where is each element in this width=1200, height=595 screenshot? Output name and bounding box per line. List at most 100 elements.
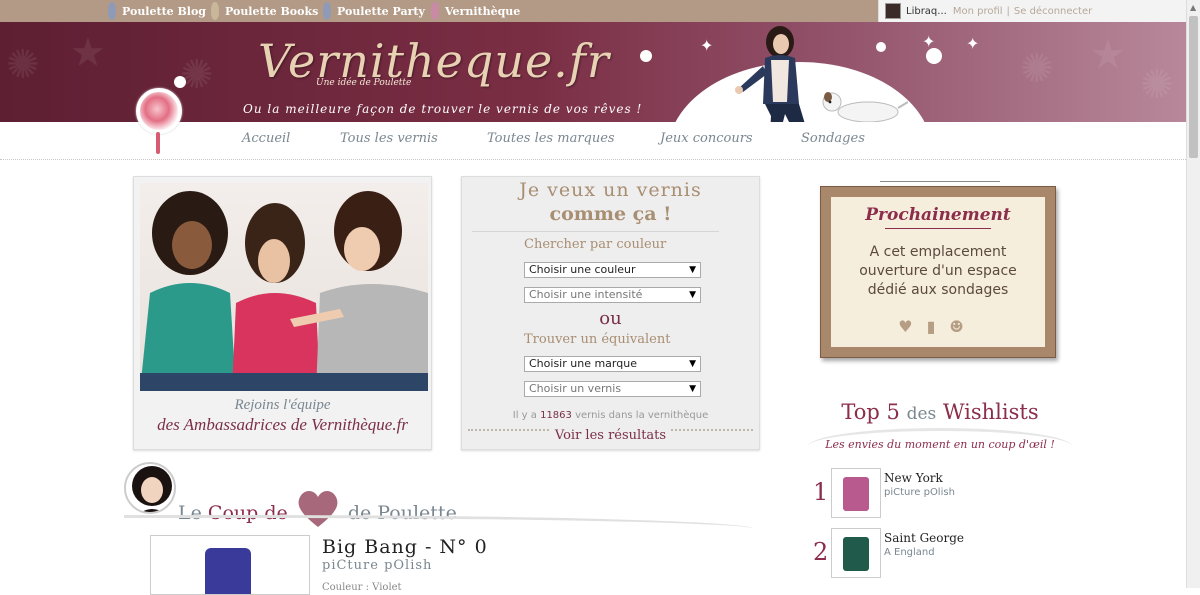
user-avatar[interactable] bbox=[885, 3, 901, 19]
nav-item-jeux-concours[interactable]: Jeux concours bbox=[660, 131, 753, 146]
color-search-label: Chercher par couleur bbox=[524, 237, 667, 252]
dropdown-arrow-icon: ▼ bbox=[689, 384, 696, 394]
coming-soon-title: Prochainement bbox=[865, 205, 1011, 225]
blog-dot-icon bbox=[108, 2, 116, 20]
polish-brand[interactable]: A England bbox=[884, 547, 935, 558]
top5-title-wish: Wishlists bbox=[942, 400, 1039, 424]
polish-brand[interactable]: piCture pOlish bbox=[884, 487, 955, 498]
decorative-curve bbox=[124, 515, 754, 529]
star-pattern-icon: ★ bbox=[1090, 32, 1126, 78]
network-link-label: Poulette Books bbox=[225, 4, 319, 18]
product-image[interactable] bbox=[150, 535, 310, 595]
ambassador-line1: Rejoins l'équipe bbox=[234, 397, 331, 413]
brand-select-value: Choisir une marque bbox=[529, 357, 637, 370]
equivalent-label: Trouver un équivalent bbox=[524, 332, 671, 347]
network-link-vernitheque[interactable]: Vernithèque bbox=[431, 0, 520, 22]
polish-select[interactable]: Choisir un vernis ▼ bbox=[524, 381, 701, 397]
coming-soon-frame: Prochainement A cet emplacement ouvertur… bbox=[820, 186, 1056, 358]
scrollbar-thumb[interactable] bbox=[1189, 16, 1198, 158]
bubble-shape bbox=[926, 48, 942, 64]
star-pattern-icon: ✺ bbox=[180, 52, 214, 98]
star-pattern-icon: ✺ bbox=[6, 42, 40, 88]
people-icon: ☻ bbox=[949, 317, 978, 336]
network-link-party[interactable]: Poulette Party bbox=[323, 0, 425, 22]
polish-name[interactable]: New York bbox=[884, 471, 943, 485]
polish-bottle-icon bbox=[843, 477, 869, 511]
star-pattern-icon: ✺ bbox=[1140, 62, 1174, 108]
title-underline bbox=[885, 228, 991, 229]
nav-item-accueil[interactable]: Accueil bbox=[242, 131, 290, 146]
coming-soon-line1: A cet emplacement bbox=[869, 244, 1007, 260]
network-link-label: Poulette Party bbox=[337, 4, 425, 18]
dropdown-arrow-icon: ▼ bbox=[689, 265, 696, 275]
ambassador-line2: des Ambassadrices de Vernithèque.fr bbox=[157, 415, 408, 434]
bottles-icon: ▮ bbox=[926, 317, 950, 336]
divider bbox=[472, 231, 719, 232]
nav-item-toutes-les-marques[interactable]: Toutes les marques bbox=[487, 131, 615, 146]
intensity-select-value: Choisir une intensité bbox=[529, 288, 643, 301]
list-item[interactable]: 1 New York piCture pOlish bbox=[808, 468, 1072, 518]
frame-canvas: Prochainement A cet emplacement ouvertur… bbox=[831, 197, 1045, 347]
top5-title-des: des bbox=[906, 404, 937, 424]
nav-item-sondages[interactable]: Sondages bbox=[801, 131, 865, 146]
bubble-shape bbox=[640, 50, 652, 62]
or-label: ou bbox=[599, 308, 622, 329]
product-title[interactable]: Big Bang - N° 0 bbox=[322, 536, 488, 558]
search-title-1: Je veux un vernis bbox=[519, 179, 702, 201]
network-link-label: Vernithèque bbox=[445, 4, 521, 18]
polish-bottle-icon bbox=[843, 537, 869, 571]
polish-name[interactable]: Saint George bbox=[884, 531, 964, 545]
main-nav: Accueil Tous les vernis Toutes les marqu… bbox=[0, 122, 1186, 160]
see-results-button[interactable]: Voir les résultats bbox=[550, 428, 671, 443]
user-box: Libraq... Mon profil | Se déconnecter bbox=[878, 0, 1186, 22]
party-dot-icon bbox=[323, 2, 331, 20]
star-pattern-icon: ★ bbox=[70, 30, 106, 76]
brand-select[interactable]: Choisir une marque ▼ bbox=[524, 356, 701, 372]
profile-link[interactable]: Mon profil bbox=[953, 6, 1003, 17]
count-value: 11863 bbox=[540, 410, 572, 421]
count-prefix: Il y a bbox=[512, 410, 537, 421]
dropdown-arrow-icon: ▼ bbox=[689, 359, 696, 369]
star-pattern-icon: ✺ bbox=[1020, 46, 1054, 92]
polish-count: Il y a 11863 vernis dans la vernithèque bbox=[462, 410, 759, 421]
top5-title-num: 5 bbox=[886, 400, 900, 424]
vernitheque-dot-icon bbox=[431, 2, 439, 20]
logout-link[interactable]: Se déconnecter bbox=[1014, 6, 1092, 17]
color-select[interactable]: Choisir une couleur ▼ bbox=[524, 262, 701, 278]
bubble-shape bbox=[876, 42, 886, 52]
product-brand[interactable]: piCture pOlish bbox=[322, 558, 432, 573]
network-link-blog[interactable]: Poulette Blog bbox=[108, 0, 206, 22]
ambassador-photo bbox=[140, 183, 428, 391]
logo-subtitle: Une idée de Poulette bbox=[316, 78, 412, 88]
network-link-books[interactable]: Poulette Books bbox=[211, 0, 318, 22]
poulette-avatar bbox=[124, 462, 176, 514]
link-separator: | bbox=[1006, 5, 1010, 17]
search-box: Je veux un vernis comme ça ! Chercher pa… bbox=[461, 176, 760, 450]
polish-select-value: Choisir un vernis bbox=[529, 382, 622, 395]
heart-icon: ♥ bbox=[898, 317, 927, 336]
polish-thumbnail[interactable] bbox=[831, 468, 881, 518]
nail-polish-drop-icon bbox=[136, 88, 182, 134]
polish-drip-icon bbox=[156, 132, 160, 154]
list-item[interactable]: 2 Saint George A England bbox=[808, 528, 1072, 578]
top5-title-top: Top bbox=[841, 400, 880, 424]
wishlist-rank: 2 bbox=[813, 538, 829, 566]
search-title-2: comme ça ! bbox=[549, 203, 672, 225]
scrollbar[interactable]: ▲ bbox=[1186, 0, 1200, 588]
ambassador-box[interactable]: Rejoins l'équipe des Ambassadrices de Ve… bbox=[133, 176, 432, 450]
intensity-select[interactable]: Choisir une intensité ▼ bbox=[524, 287, 701, 303]
site-logo[interactable]: Vernitheque.fr bbox=[258, 34, 610, 88]
count-suffix: vernis dans la vernithèque bbox=[575, 410, 709, 421]
user-name[interactable]: Libraq... bbox=[906, 6, 947, 17]
nav-item-tous-les-vernis[interactable]: Tous les vernis bbox=[340, 131, 438, 146]
coming-soon-line2: ouverture d'un espace bbox=[859, 263, 1017, 279]
results-row: Voir les résultats bbox=[462, 424, 759, 443]
top5-title: Top 5 des Wishlists bbox=[808, 400, 1072, 424]
polish-thumbnail[interactable] bbox=[831, 528, 881, 578]
frame-icons: ♥▮☻ bbox=[831, 317, 1045, 336]
color-select-value: Choisir une couleur bbox=[529, 263, 636, 276]
coming-soon-line3: dédié aux sondages bbox=[867, 282, 1009, 298]
network-bar: Poulette Blog Poulette Books Poulette Pa… bbox=[0, 0, 1186, 22]
scroll-up-icon[interactable]: ▲ bbox=[1190, 3, 1196, 12]
tagline: Ou la meilleure façon de trouver le vern… bbox=[243, 102, 643, 116]
